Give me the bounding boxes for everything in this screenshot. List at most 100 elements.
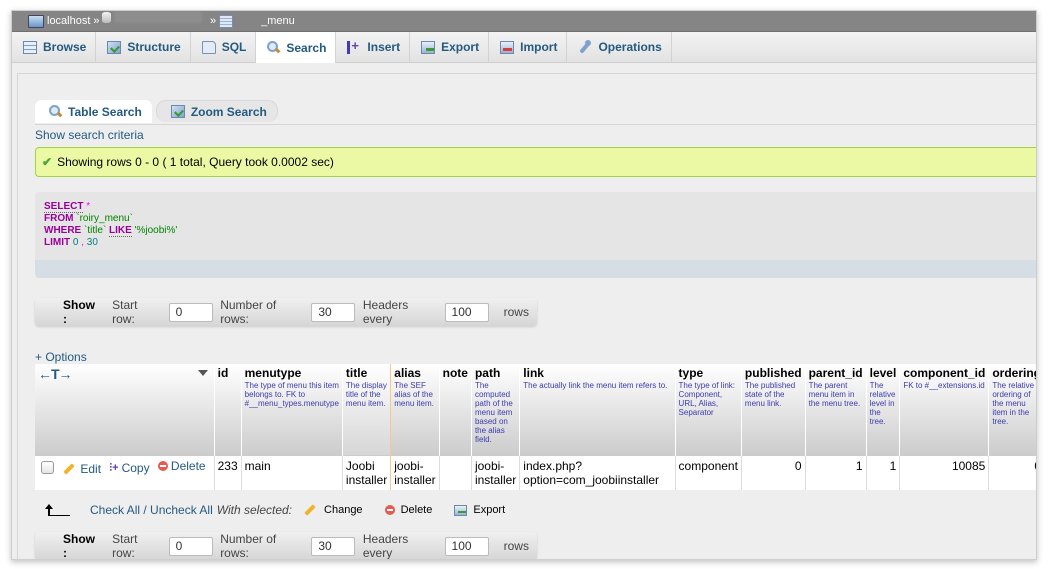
cell-level[interactable]: 1 — [866, 454, 901, 490]
headers-every-input[interactable] — [444, 536, 489, 556]
number-of-rows-input[interactable] — [311, 536, 356, 556]
with-selected-label: With selected: — [216, 503, 293, 517]
tab-insert[interactable]: Insert — [336, 32, 411, 62]
show-search-criteria-link[interactable]: Show search criteria — [35, 128, 144, 142]
column-header-type[interactable]: type The type of link: Component, URL, Al… — [675, 364, 742, 455]
column-header-link[interactable]: link The actually link the menu item refe… — [519, 364, 676, 455]
tab-label: SQL — [221, 40, 247, 54]
column-header-alias[interactable]: alias The SEF alias of the menu item. — [390, 364, 440, 455]
column-header-title[interactable]: title The display title of the menu item. — [341, 364, 392, 455]
headers-every-label: Headers every — [362, 298, 409, 326]
copy-button[interactable]: ⫶+ Copy — [109, 461, 149, 475]
cell-id[interactable]: 233 — [214, 454, 242, 490]
column-description: The relative ordering of the menu item i… — [992, 381, 1035, 426]
tab-operations[interactable]: Operations — [567, 32, 672, 62]
subtab-zoom-search[interactable]: Zoom Search — [155, 100, 278, 122]
subtab-table-search[interactable]: Table Search — [35, 100, 152, 123]
pencil-icon — [304, 504, 316, 516]
sql-star: * — [86, 201, 91, 212]
start-row-input[interactable] — [168, 536, 213, 556]
export-label: Export — [473, 504, 506, 516]
table-icon — [219, 14, 234, 28]
cell-menutype[interactable]: main — [241, 454, 343, 490]
cell-link[interactable]: index.php?option=com_joobiinstaller — [519, 454, 676, 490]
sql-limit-start: 0 — [72, 237, 79, 248]
headers-every-input[interactable] — [444, 302, 489, 322]
tab-browse[interactable]: Browse — [12, 32, 97, 62]
tab-structure[interactable]: Structure — [96, 32, 191, 62]
bulk-delete-button[interactable]: Delete — [384, 504, 432, 516]
sql-box-footer — [35, 260, 1036, 278]
edit-button[interactable]: Edit — [63, 462, 101, 476]
change-label: Change — [324, 504, 363, 516]
column-header-level[interactable]: level The relative level in the tree. — [866, 364, 901, 455]
search-icon — [267, 41, 280, 54]
cell-alias[interactable]: joobi-installer — [390, 454, 440, 490]
tab-search[interactable]: Search — [256, 32, 337, 63]
column-name: link — [523, 366, 544, 380]
column-name: id — [217, 366, 229, 380]
sql-keyword[interactable]: SELECT — [44, 201, 84, 213]
tab-export[interactable]: Export — [410, 32, 490, 62]
cell-ordering[interactable]: 0 — [988, 454, 1036, 490]
breadcrumb-database[interactable] — [102, 11, 202, 23]
column-description: The type of link: Component, URL, Alias,… — [678, 381, 736, 417]
delete-button[interactable]: Delete — [157, 459, 206, 473]
delete-icon — [384, 505, 395, 515]
sort-dropdown-icon[interactable] — [197, 370, 208, 376]
bulk-change-button[interactable]: Change — [304, 504, 363, 516]
server-icon — [28, 14, 44, 28]
column-header-menutype[interactable]: menutype The type of menu this item belon… — [241, 364, 343, 455]
table-prefix-redacted — [236, 15, 258, 27]
sql-limit-count: 30 — [86, 237, 98, 248]
search-subtabs: Table Search Zoom Search — [35, 100, 278, 123]
cell-note[interactable] — [439, 454, 472, 490]
arrow-up-icon — [45, 504, 71, 516]
column-header-note[interactable]: note — [439, 364, 472, 455]
column-header-parent-id[interactable]: parent_id The parent menu item in the men… — [805, 364, 867, 455]
column-name: component_id — [903, 366, 986, 380]
row-checkbox[interactable] — [41, 460, 54, 474]
copy-label: Copy — [121, 461, 150, 475]
number-of-rows-label: Number of rows: — [220, 532, 277, 560]
column-arrows-icon[interactable]: ←T→ — [38, 366, 73, 382]
column-name: menutype — [244, 366, 302, 380]
cell-component-id[interactable]: 10085 — [899, 454, 990, 490]
uncheck-all-link[interactable]: Uncheck All — [150, 503, 213, 517]
tab-import[interactable]: Import — [489, 32, 568, 62]
start-row-input[interactable] — [168, 302, 213, 322]
sql-keyword[interactable]: LIKE — [109, 225, 132, 237]
column-header-id[interactable]: id — [214, 364, 242, 455]
bulk-export-button[interactable]: Export — [454, 504, 505, 516]
column-name: title — [345, 366, 368, 380]
show-label: Show : — [63, 532, 95, 560]
column-header-published[interactable]: published The published state of the menu… — [741, 364, 806, 455]
sql-comma: , — [81, 237, 85, 248]
cell-parent-id[interactable]: 1 — [805, 454, 867, 490]
check-all-link[interactable]: Check All — [90, 503, 140, 517]
cell-path[interactable]: joobi-installer — [471, 454, 521, 490]
bulk-actions: Check All / Uncheck All With selected: C… — [35, 500, 527, 520]
tab-label: Export — [441, 40, 480, 54]
cell-published[interactable]: 0 — [741, 454, 806, 490]
column-description: FK to #__extensions.id — [903, 381, 985, 390]
cell-title[interactable]: Joobi installer — [341, 454, 392, 490]
column-header-path[interactable]: path The computed path of the menu item b… — [471, 364, 521, 455]
breadcrumb-server[interactable]: localhost » — [28, 11, 100, 31]
breadcrumb-table[interactable]: » _menu — [210, 11, 295, 31]
results-table-wrap: ←T→ id menutype The type of menu this ite… — [35, 364, 1036, 490]
column-header-ordering[interactable]: ordering The relative ordering of the men… — [988, 364, 1036, 455]
column-name: alias — [394, 366, 421, 380]
cell-type[interactable]: component — [675, 454, 742, 490]
pencil-icon — [63, 462, 76, 475]
sql-keyword: FROM — [44, 213, 74, 224]
column-description: The display title of the menu item. — [345, 381, 387, 408]
tab-label: Structure — [127, 40, 181, 54]
wrench-icon — [578, 40, 592, 54]
number-of-rows-input[interactable] — [311, 302, 356, 322]
results-table: ←T→ id menutype The type of menu this ite… — [35, 364, 1036, 490]
sql-pattern: '%joobi%' — [134, 225, 178, 236]
column-header-component-id[interactable]: component_id FK to #__extensions.id — [899, 364, 990, 455]
tab-sql[interactable]: SQL — [191, 32, 257, 62]
options-link[interactable]: + Options — [35, 350, 87, 364]
